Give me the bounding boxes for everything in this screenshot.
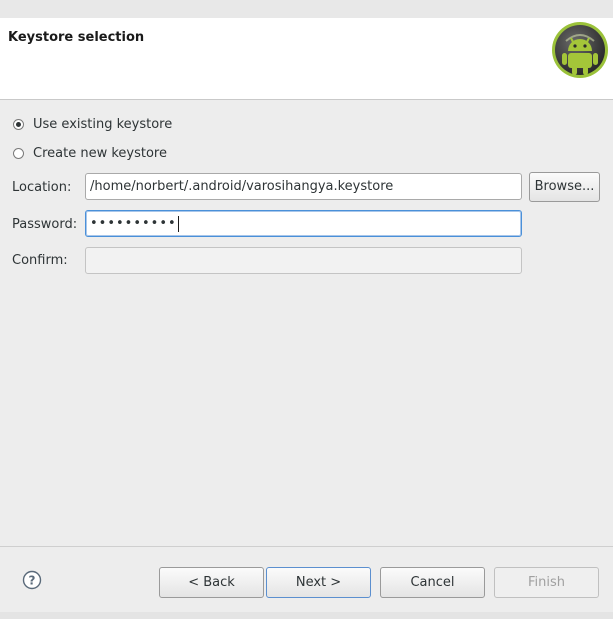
- create-new-keystore-radio[interactable]: Create new keystore: [13, 146, 167, 161]
- android-logo-icon: [552, 22, 608, 78]
- location-input[interactable]: /home/norbert/.android/varosihangya.keys…: [85, 173, 522, 200]
- confirm-input[interactable]: [85, 247, 522, 274]
- window-bottom-strip: [0, 612, 613, 619]
- back-button[interactable]: < Back: [159, 567, 264, 598]
- create-new-keystore-label: Create new keystore: [33, 146, 167, 161]
- next-button[interactable]: Next >: [266, 567, 371, 598]
- use-existing-keystore-radio[interactable]: Use existing keystore: [13, 117, 172, 132]
- page-title: Keystore selection: [8, 30, 145, 45]
- confirm-label: Confirm:: [12, 253, 68, 268]
- radio-unselected-icon[interactable]: [13, 148, 24, 159]
- password-input[interactable]: ••••••••••: [85, 210, 522, 237]
- password-value: ••••••••••: [90, 216, 177, 231]
- wizard-banner: Keystore selection: [0, 18, 613, 100]
- location-value: /home/norbert/.android/varosihangya.keys…: [90, 179, 394, 194]
- footer-separator: [0, 546, 613, 547]
- use-existing-keystore-label: Use existing keystore: [33, 117, 173, 132]
- finish-button[interactable]: Finish: [494, 567, 599, 598]
- browse-button[interactable]: Browse...: [529, 172, 600, 202]
- cancel-button[interactable]: Cancel: [380, 567, 485, 598]
- svg-text:?: ?: [29, 574, 36, 588]
- radio-selected-icon[interactable]: [13, 119, 24, 130]
- window-top-strip: [0, 0, 613, 19]
- text-caret: [177, 215, 179, 232]
- wizard-content: [0, 100, 613, 546]
- password-label: Password:: [12, 217, 78, 232]
- help-icon[interactable]: ?: [22, 570, 42, 590]
- location-label: Location:: [12, 180, 72, 195]
